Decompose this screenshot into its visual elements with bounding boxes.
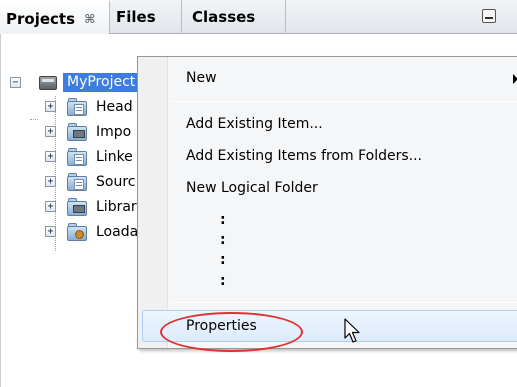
expand-icon[interactable]: +	[45, 176, 56, 187]
import-folder-icon	[67, 122, 89, 141]
expand-icon[interactable]: +	[45, 201, 56, 212]
menu-ellipsis-dot: :	[220, 273, 226, 289]
menu-item-add-existing-item[interactable]: Add Existing Item...	[186, 114, 323, 134]
source-folder-icon	[67, 172, 89, 191]
expand-icon[interactable]: +	[45, 226, 56, 237]
submenu-arrow-icon	[513, 74, 517, 84]
header-folder-icon	[67, 97, 89, 116]
tab-strip-filler	[286, 0, 476, 34]
menu-item-new-logical-folder[interactable]: New Logical Folder	[186, 178, 318, 198]
tab-projects[interactable]: Projects ⌘	[0, 0, 110, 34]
tab-files[interactable]: Files	[110, 0, 182, 34]
tab-classes-label: Classes	[192, 8, 256, 26]
loadable-folder-icon	[67, 222, 89, 241]
tab-classes[interactable]: Classes	[182, 0, 286, 34]
library-folder-icon	[67, 197, 89, 216]
expand-icon[interactable]: +	[45, 126, 56, 137]
menu-ellipsis-dot: :	[220, 232, 226, 248]
menu-ellipsis-dot: :	[220, 212, 226, 228]
menu-item-new[interactable]: New	[186, 68, 217, 88]
menu-icon-gutter	[138, 57, 168, 348]
tree-connector-line	[30, 119, 38, 120]
menu-separator	[170, 302, 517, 303]
expand-icon[interactable]: +	[45, 151, 56, 162]
close-tab-icon[interactable]: ⌘	[84, 2, 95, 36]
tab-projects-label: Projects	[6, 10, 76, 28]
expand-icon[interactable]: +	[45, 101, 56, 112]
projects-panel: Projects ⌘ Files Classes − MyProject + H…	[0, 0, 517, 387]
menu-separator	[170, 101, 517, 102]
tab-files-label: Files	[116, 8, 156, 26]
menu-ellipsis-dot: :	[220, 252, 226, 268]
menu-item-add-existing-items-from-folders[interactable]: Add Existing Items from Folders...	[186, 146, 422, 166]
minimize-window-icon[interactable]	[482, 9, 496, 23]
tree-root-label[interactable]: MyProject	[63, 73, 140, 92]
project-icon	[39, 76, 57, 90]
linked-folder-icon	[67, 147, 89, 166]
collapse-icon[interactable]: −	[10, 77, 21, 88]
mouse-pointer-icon	[344, 318, 360, 343]
tab-strip: Projects ⌘ Files Classes	[0, 0, 517, 34]
annotation-ring	[160, 312, 303, 352]
context-menu: New Add Existing Item... Add Existing It…	[137, 56, 517, 349]
